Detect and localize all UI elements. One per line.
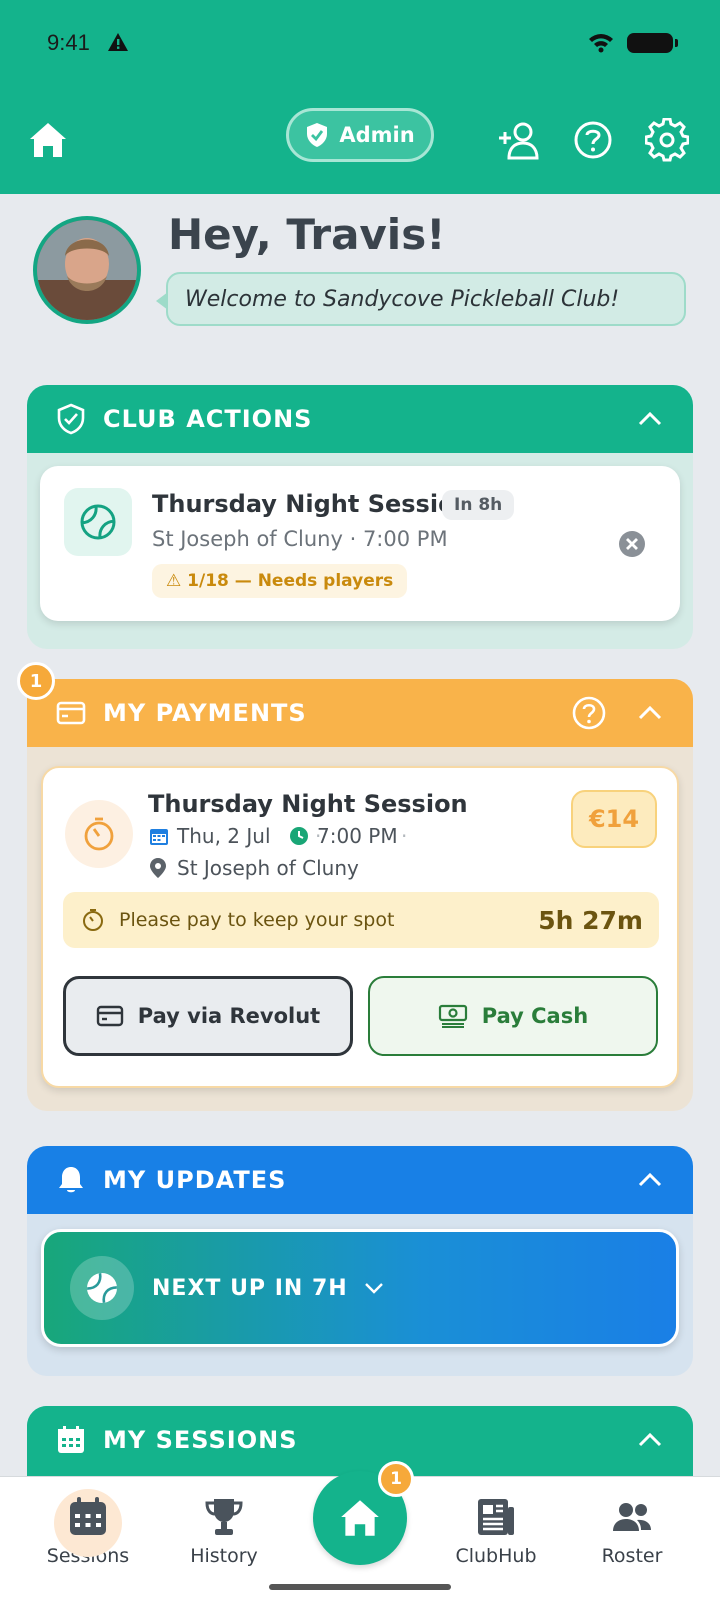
home-notification-badge: 1 [378, 1461, 414, 1497]
help-icon[interactable] [571, 695, 607, 731]
next-up-label: NEXT UP IN 7H [152, 1275, 348, 1301]
nav-sessions[interactable]: Sessions [33, 1489, 143, 1567]
pay-revolut-button[interactable]: Pay via Revolut [63, 976, 353, 1056]
add-user-icon[interactable] [496, 118, 540, 162]
clock-icon [290, 827, 308, 845]
club-actions-header[interactable]: CLUB ACTIONS [27, 385, 693, 453]
next-up-icon-tile [70, 1256, 134, 1320]
avatar-photo [37, 220, 137, 320]
nav-roster[interactable]: Roster [577, 1489, 687, 1567]
credit-card-icon [96, 1005, 123, 1027]
tennis-ball-icon [87, 1273, 117, 1303]
sessions-header[interactable]: MY SESSIONS [27, 1406, 693, 1474]
chevron-up-icon[interactable] [637, 1168, 663, 1192]
nav-clubhub[interactable]: ClubHub [441, 1489, 551, 1567]
chevron-up-icon[interactable] [637, 701, 663, 725]
shield-check-icon [307, 123, 328, 147]
status-time: 9:41 [47, 30, 90, 55]
pay-cash-label: Pay Cash [481, 1004, 589, 1028]
needs-players-warning: ⚠ 1/18 — Needs players [152, 564, 408, 598]
payment-time: 7:00 PM [317, 824, 398, 848]
wifi-icon [589, 34, 613, 53]
welcome-message: Welcome to Sandycove Pickleball Club! [156, 272, 686, 326]
timer-icon [83, 909, 103, 931]
updates-header[interactable]: MY UPDATES [27, 1146, 693, 1214]
timer-icon-tile [65, 800, 133, 868]
chevron-down-icon[interactable] [364, 1281, 384, 1295]
credit-card-icon [56, 701, 86, 725]
nav-history-label: History [190, 1545, 258, 1567]
next-up-card[interactable]: NEXT UP IN 7H [41, 1229, 679, 1347]
welcome-text: Welcome to Sandycove Pickleball Club! [185, 286, 620, 312]
app-header: 9:41 Admin [0, 0, 720, 194]
chevron-up-icon[interactable] [637, 1428, 663, 1452]
shield-check-icon [57, 403, 85, 435]
admin-label: Admin [339, 123, 415, 147]
nav-roster-label: Roster [601, 1545, 663, 1567]
notice-text: Please pay to keep your spot [119, 909, 395, 931]
pay-cash-button[interactable]: Pay Cash [368, 976, 658, 1056]
warning-icon [108, 33, 128, 51]
avatar[interactable] [33, 216, 141, 324]
calendar-icon [70, 1497, 106, 1535]
payment-venue: St Joseph of Cluny [177, 856, 359, 880]
payment-session-title: Thursday Night Session [148, 790, 468, 818]
nav-history[interactable]: History [169, 1489, 279, 1567]
users-icon [613, 1503, 651, 1531]
payments-header[interactable]: MY PAYMENTS [27, 679, 693, 747]
sessions-title: MY SESSIONS [103, 1426, 298, 1454]
countdown-timer: 5h 27m [538, 905, 643, 935]
updates-title: MY UPDATES [103, 1166, 287, 1194]
separator-dot: · [401, 824, 408, 848]
home-icon [341, 1500, 379, 1536]
payments-count-badge: 1 [17, 662, 55, 700]
help-icon[interactable] [571, 118, 615, 162]
tennis-ball-icon [80, 504, 116, 540]
trophy-icon [205, 1499, 243, 1535]
chevron-up-icon[interactable] [637, 407, 663, 431]
payment-date: Thu, 2 Jul [177, 824, 271, 848]
club-actions-title: CLUB ACTIONS [103, 405, 313, 433]
home-indicator [269, 1584, 451, 1590]
price-badge: €14 [571, 790, 657, 848]
session-icon-tile [64, 488, 132, 556]
bell-icon [59, 1167, 83, 1193]
calendar-icon [58, 1426, 84, 1453]
club-action-subtitle: St Joseph of Cluny · 7:00 PM [152, 527, 448, 551]
greeting-title: Hey, Travis! [168, 210, 446, 259]
time-until-badge: In 8h [442, 490, 515, 520]
admin-badge-button[interactable]: Admin [286, 108, 434, 162]
nav-clubhub-label: ClubHub [455, 1545, 537, 1567]
payments-title: MY PAYMENTS [103, 699, 307, 727]
club-action-session-title: Thursday Night Session [152, 490, 472, 518]
newspaper-icon [478, 1499, 514, 1535]
pay-revolut-label: Pay via Revolut [137, 1004, 321, 1028]
location-pin-icon [150, 858, 166, 878]
dismiss-icon[interactable] [618, 530, 646, 558]
timer-icon [84, 817, 114, 851]
settings-gear-icon[interactable] [645, 118, 689, 162]
club-action-card[interactable]: Thursday Night Session In 8h St Joseph o… [40, 466, 680, 621]
home-icon[interactable] [26, 118, 70, 162]
calendar-icon [150, 829, 168, 845]
payment-deadline-notice: Please pay to keep your spot 5h 27m [63, 892, 659, 948]
cash-icon [438, 1004, 467, 1028]
payment-card: Thursday Night Session Thu, 2 Jul · 7:00… [41, 766, 679, 1088]
battery-icon [627, 33, 678, 53]
